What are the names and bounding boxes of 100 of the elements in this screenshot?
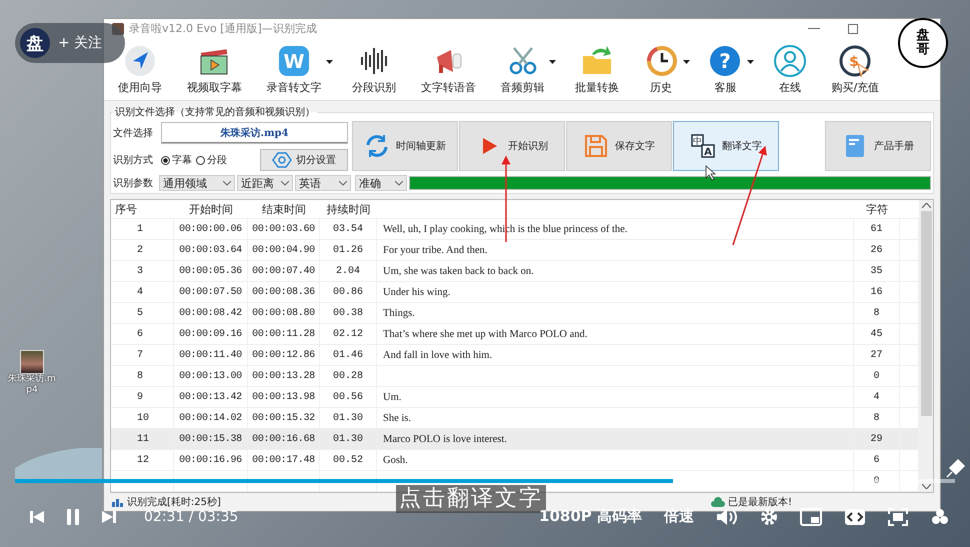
scroll-down-icon[interactable]: [922, 484, 930, 489]
table-cell: Um.: [377, 387, 854, 407]
toolbar-button[interactable]: 在线: [766, 44, 813, 94]
radio-option[interactable]: 字幕: [161, 153, 192, 167]
action-button[interactable]: 产品手册: [825, 121, 931, 171]
radio-icon[interactable]: [161, 156, 170, 164]
table-cell: 00:00:13.00: [174, 366, 248, 386]
table-row[interactable]: 2 00:00:03.64 00:00:04.90 01.26 For your tribe. And then. 26: [111, 240, 919, 261]
scroll-up-icon[interactable]: [922, 203, 930, 208]
toolbar-button[interactable]: 使用向导: [112, 44, 168, 94]
toolbar-button[interactable]: ? 客服: [702, 44, 748, 94]
table-row[interactable]: 4 00:00:07.50 00:00:08.36 00.86 Under his wing. 16: [111, 282, 919, 303]
minimize-icon[interactable]: [808, 28, 820, 30]
dropdown[interactable]: 通用领域: [159, 175, 235, 191]
table-cell: 00:00:07.50: [174, 282, 248, 302]
table-row[interactable]: 3 00:00:05.36 00:00:07.40 2.04 Um, she was taken back to back on. 35: [111, 261, 919, 282]
caret-icon[interactable]: [326, 60, 334, 64]
field-label: 识别参数: [113, 176, 154, 190]
table-cell: 01.30: [320, 408, 377, 428]
table-row[interactable]: 11 00:00:15.38 00:00:16.68 01.30 Marco POLO is love interest. 29: [111, 429, 919, 450]
action-button[interactable]: 开始识别: [459, 121, 565, 171]
playback-time: 02:31 / 03:35: [144, 508, 238, 524]
table-cell: 03.54: [320, 219, 377, 239]
table-row[interactable]: 12 00:00:16.96 00:00:17.48 00.52 Gosh. 6: [111, 450, 919, 471]
toolbar-button[interactable]: 历史: [638, 44, 684, 94]
dropdown[interactable]: 准确: [355, 175, 407, 191]
table-cell: 9: [111, 387, 174, 407]
window-title: 录音啦v12.0 Evo [通用版]—识别完成: [129, 21, 317, 36]
column-header[interactable]: 结束时间: [248, 202, 320, 216]
toolbar-button[interactable]: 文字转语音: [414, 44, 482, 94]
file-field[interactable]: 朱珠采访.mp4: [161, 122, 348, 144]
table-cell: 01.30: [320, 429, 377, 449]
table-cell: 02.12: [320, 324, 377, 344]
user-icon: [772, 44, 807, 78]
maximize-icon[interactable]: [848, 24, 858, 34]
toolbar-button[interactable]: 分段识别: [346, 44, 402, 94]
action-button[interactable]: 保存文字: [566, 121, 672, 171]
action-button[interactable]: 中 A 翻译文字: [673, 121, 779, 171]
next-icon[interactable]: [102, 510, 116, 524]
follow-button[interactable]: + 关注: [58, 34, 102, 52]
column-header[interactable]: 持续时间: [320, 202, 377, 216]
radio-icon[interactable]: [196, 156, 205, 164]
action-button[interactable]: 时间轴更新: [352, 121, 458, 171]
column-header[interactable]: 字符: [854, 202, 900, 216]
more-icon[interactable]: [930, 508, 950, 526]
widescreen-icon[interactable]: [844, 508, 866, 526]
coin-icon: $: [838, 44, 872, 78]
table-cell: 00.52: [320, 450, 377, 470]
table-cell: 00:00:08.42: [174, 303, 248, 323]
table-row[interactable]: 8 00:00:13.00 00:00:13.28 00.28 0: [111, 366, 919, 387]
table-cell: 4: [111, 282, 174, 302]
column-header[interactable]: 开始时间: [174, 202, 248, 216]
table-cell: Marco POLO is love interest.: [377, 429, 854, 449]
speed-button[interactable]: 倍速: [664, 507, 694, 526]
settings-icon[interactable]: [760, 508, 778, 526]
toolbar-button[interactable]: $ 购买/充值: [826, 44, 886, 94]
video-thumbnail-icon[interactable]: [20, 350, 44, 374]
table-cell: 1: [111, 219, 174, 239]
fullscreen-icon[interactable]: [888, 508, 908, 526]
caret-icon[interactable]: [747, 60, 754, 64]
caret-icon[interactable]: [682, 60, 690, 64]
dropdown[interactable]: 英语: [295, 175, 351, 191]
table-cell: 00:00:14.02: [174, 408, 248, 428]
table-cell: Um, she was taken back to back on.: [377, 261, 854, 281]
radio-option[interactable]: 分段: [196, 153, 227, 167]
table-cell: 00:00:00.06: [174, 219, 248, 239]
table-row[interactable]: 5 00:00:08.42 00:00:08.80 00.38 Things. 8: [111, 303, 919, 324]
split-settings-button[interactable]: 切分设置: [260, 149, 348, 171]
table-cell: 00.86: [320, 282, 377, 302]
table-cell: 6: [854, 450, 900, 470]
chart-icon: [112, 497, 124, 507]
table-cell: 00:00:07.40: [248, 261, 320, 281]
table-cell: 26: [854, 240, 900, 260]
table-cell: 00.28: [320, 366, 377, 386]
table-cell: 0: [854, 366, 900, 386]
picture-in-picture-icon[interactable]: [800, 508, 822, 526]
table-cell: 00:00:15.38: [174, 429, 248, 449]
table-cell: 00:00:11.40: [174, 345, 248, 365]
pause-icon[interactable]: [66, 508, 80, 524]
table-cell: 0: [854, 471, 900, 491]
chevron-down-icon: [281, 180, 289, 186]
table-cell: Things.: [377, 303, 854, 323]
table-row[interactable]: 6 00:00:09.16 00:00:11.28 02.12 That’s where she met up with Marco POLO and. 45: [111, 324, 919, 345]
scrollbar[interactable]: [919, 200, 933, 492]
toolbar-button[interactable]: 视频取字幕: [180, 44, 248, 94]
previous-icon[interactable]: [30, 510, 44, 524]
chevron-down-icon: [223, 180, 231, 186]
toolbar-button[interactable]: 批量转换: [569, 44, 625, 94]
dropdown[interactable]: 近距离: [237, 175, 293, 191]
table-cell: 12: [111, 450, 174, 470]
toolbar-button[interactable]: 音频剪辑: [494, 44, 550, 94]
table-row[interactable]: 9 00:00:13.42 00:00:13.98 00.56 Um. 4: [111, 387, 919, 408]
volume-icon[interactable]: [716, 508, 738, 526]
app-logo-icon: W: [277, 44, 311, 78]
table-row[interactable]: 7 00:00:11.40 00:00:12.86 01.46 And fall in love with him. 27: [111, 345, 919, 366]
toolbar-button[interactable]: W 录音转文字: [260, 44, 328, 94]
table-cell: 00.56: [320, 387, 377, 407]
table-cell: 2.04: [320, 261, 377, 281]
column-header[interactable]: 序号: [111, 202, 174, 216]
caret-icon[interactable]: [549, 60, 556, 64]
